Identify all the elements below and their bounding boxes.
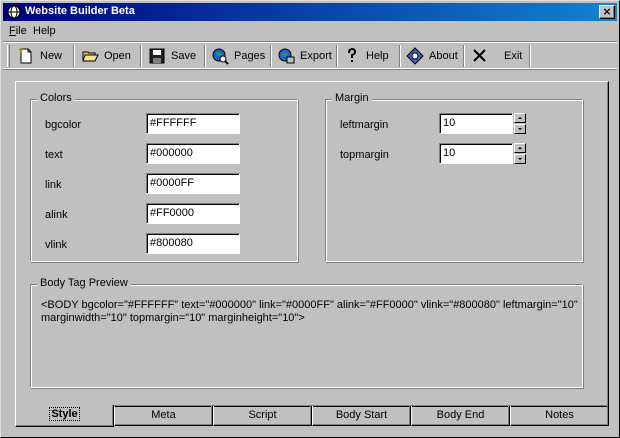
tab-body-start[interactable]: Body Start (312, 406, 411, 426)
topmargin-spinner (514, 143, 526, 164)
open-folder-icon (82, 51, 99, 62)
globe-export-icon (278, 48, 295, 64)
exit-label: Exit (504, 50, 523, 62)
body-tag-preview-group: Body Tag Preview <BODY bgcolor="#FFFFFF"… (30, 277, 583, 388)
app-window: Website Builder Beta × File Help New Ope… (0, 0, 620, 438)
pages-button[interactable]: Pages (211, 45, 265, 67)
export-button[interactable]: Export (277, 45, 332, 67)
alink-label: alink (45, 209, 68, 221)
topmargin-label: topmargin (340, 149, 389, 161)
help-button[interactable]: Help (343, 45, 389, 67)
toolbar-separator (73, 45, 75, 67)
toolbar-separator (140, 45, 142, 67)
colors-group-title: Colors (37, 92, 75, 104)
alink-field[interactable]: #FF0000 (146, 203, 240, 224)
body-tag-preview-text: <BODY bgcolor="#FFFFFF" text="#000000" l… (41, 299, 578, 324)
topmargin-down-arrow-icon[interactable] (514, 154, 526, 164)
topmargin-field[interactable]: 10 (439, 143, 513, 164)
open-button[interactable]: Open (81, 45, 131, 67)
globe-search-icon (212, 48, 229, 65)
text-color-label: text (45, 149, 63, 161)
menu-bar: File Help (3, 22, 617, 40)
leftmargin-field[interactable]: 10 (439, 113, 513, 134)
new-button[interactable]: New (17, 45, 62, 67)
toolbar-separator (204, 45, 206, 67)
toolbar-separator (336, 45, 338, 67)
text-color-field[interactable]: #000000 (146, 143, 240, 164)
leftmargin-down-arrow-icon[interactable] (514, 124, 526, 134)
help-label: Help (366, 50, 389, 62)
toolbar-grip[interactable] (7, 45, 10, 67)
vlink-field[interactable]: #800080 (146, 233, 240, 254)
vlink-label: vlink (45, 239, 68, 251)
margin-group-title: Margin (332, 92, 372, 104)
question-mark-icon (348, 47, 357, 62)
toolbar-separator (270, 45, 272, 67)
style-tab-panel: Colors bgcolor #FFFFFF text #000000 link… (15, 81, 609, 407)
bgcolor-label: bgcolor (45, 119, 82, 131)
tab-strip: Style Meta Script Body Start Body End No… (15, 405, 609, 428)
new-document-icon (18, 48, 32, 64)
save-label: Save (171, 50, 197, 62)
leftmargin-spinner (514, 113, 526, 134)
preview-group-title: Body Tag Preview (37, 277, 131, 289)
toolbar-separator (399, 45, 401, 67)
pages-label: Pages (234, 50, 266, 62)
link-field[interactable]: #0000FF (146, 173, 240, 194)
bgcolor-field[interactable]: #FFFFFF (146, 113, 240, 134)
topmargin-up-arrow-icon[interactable] (514, 143, 526, 153)
tab-body-end[interactable]: Body End (411, 406, 510, 426)
link-label: link (45, 179, 62, 191)
exit-button[interactable]: Exit (471, 45, 522, 67)
margin-group: Margin leftmargin 10 topmargin 10 (325, 92, 583, 262)
menu-file[interactable]: File (9, 25, 27, 37)
tab-style[interactable]: Style (15, 405, 114, 427)
tab-notes[interactable]: Notes (510, 406, 609, 426)
title-bar[interactable]: Website Builder Beta × (3, 3, 617, 21)
toolbar: New Open Save Pages Export Help About Ex… (3, 41, 617, 69)
leftmargin-up-arrow-icon[interactable] (514, 113, 526, 123)
close-window-button[interactable]: × (599, 5, 615, 19)
floppy-disk-icon (149, 48, 165, 64)
menu-help[interactable]: Help (33, 25, 56, 37)
tab-script[interactable]: Script (213, 406, 312, 426)
open-label: Open (104, 50, 131, 62)
colors-group: Colors bgcolor #FFFFFF text #000000 link… (30, 92, 298, 262)
about-label: About (429, 50, 458, 62)
save-button[interactable]: Save (148, 45, 196, 67)
tab-meta[interactable]: Meta (114, 406, 213, 426)
toolbar-separator (529, 45, 531, 67)
about-eye-icon (406, 47, 424, 65)
export-label: Export (300, 50, 332, 62)
window-title: Website Builder Beta (25, 5, 135, 17)
close-x-icon (473, 49, 486, 62)
new-label: New (40, 50, 63, 62)
app-globe-icon (7, 5, 21, 19)
toolbar-separator (463, 45, 465, 67)
about-button[interactable]: About (406, 45, 458, 67)
leftmargin-label: leftmargin (340, 119, 389, 131)
